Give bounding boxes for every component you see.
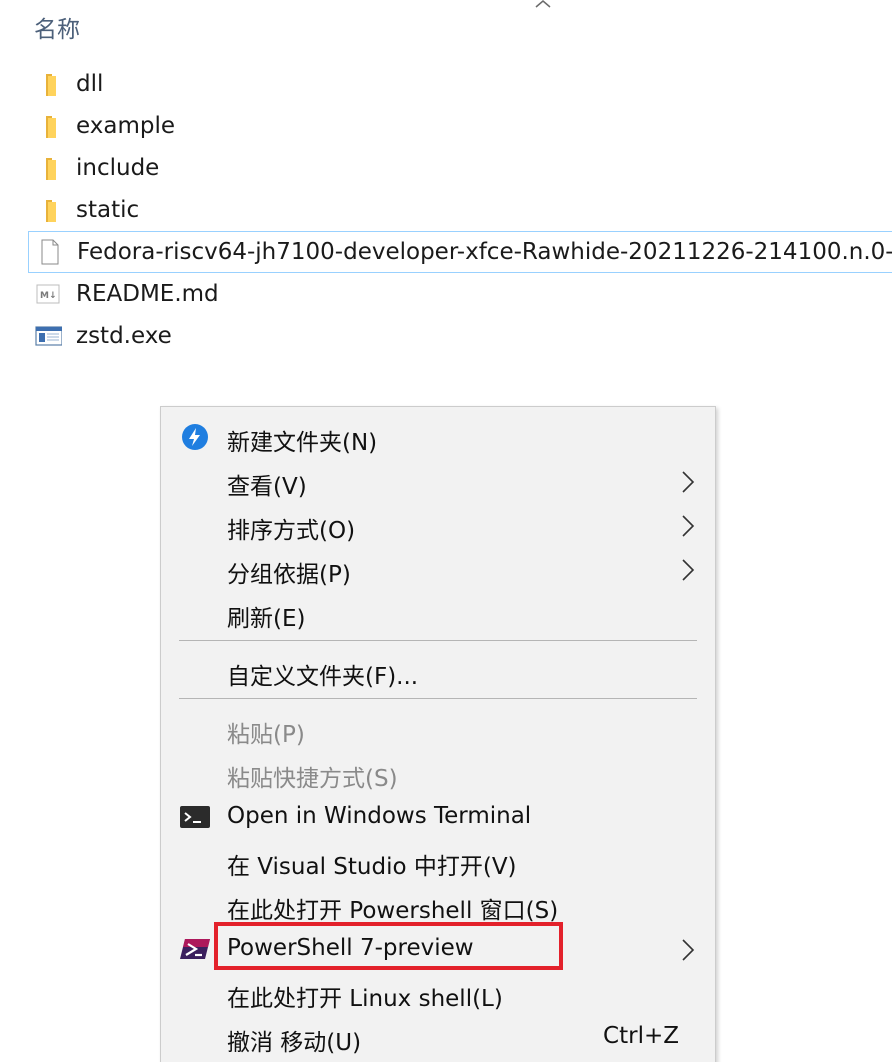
folder-icon [46,200,56,222]
file-name: example [76,113,175,139]
menu-item-label: 新建文件夹(N) [227,430,378,456]
blank-file-icon [41,239,59,265]
markdown-file-icon: M↓ [36,284,60,304]
menu-item-undo-move[interactable]: 撤消 移动(U) Ctrl+Z [161,1015,715,1059]
menu-item-label: 自定义文件夹(F)... [227,664,419,690]
file-name: dll [76,71,104,97]
svg-text:M↓: M↓ [40,291,57,301]
menu-item-label: 查看(V) [227,474,307,500]
menu-item-label: 在此处打开 Powershell 窗口(S) [227,898,559,924]
chevron-right-icon [682,471,695,493]
menu-item-shortcut: Ctrl+Z [603,1023,679,1049]
menu-item-new-folder[interactable]: 新建文件夹(N) [161,415,715,459]
file-row-dll[interactable]: dll [28,64,892,104]
menu-item-view[interactable]: 查看(V) [161,459,715,503]
chevron-right-icon [682,939,695,961]
menu-item-label: 撤消 移动(U) [227,1030,362,1056]
chevron-right-icon [682,515,695,537]
file-name: Fedora-riscv64-jh7100-developer-xfce-Raw… [77,239,892,265]
menu-item-label: 分组依据(P) [227,562,351,588]
menu-item-label: 在此处打开 Linux shell(L) [227,986,503,1012]
menu-separator [179,640,697,641]
file-row-example[interactable]: example [28,106,892,146]
menu-item-refresh[interactable]: 刷新(E) [161,591,715,635]
file-row-include[interactable]: include [28,148,892,188]
bolt-circle-icon [182,424,208,450]
menu-item-label: 在 Visual Studio 中打开(V) [227,854,517,880]
menu-item-open-powershell[interactable]: 在此处打开 Powershell 窗口(S) [161,883,715,927]
menu-item-open-windows-terminal[interactable]: Open in Windows Terminal [161,795,715,839]
menu-item-label: 粘贴(P) [227,722,305,748]
file-name: static [76,197,140,223]
file-explorer: 名称 dll example include static Fedora-ris… [0,0,892,1062]
sort-ascending-icon[interactable] [534,0,552,10]
column-header-bar: 名称 [0,0,892,52]
menu-item-sort-by[interactable]: 排序方式(O) [161,503,715,547]
folder-icon [46,158,56,180]
menu-item-label: 刷新(E) [227,606,306,632]
file-name: README.md [76,281,219,307]
chevron-right-icon [682,559,695,581]
file-row-fedora-image[interactable]: Fedora-riscv64-jh7100-developer-xfce-Raw… [28,231,892,273]
menu-item-customize-folder[interactable]: 自定义文件夹(F)... [161,649,715,693]
file-name: include [76,155,160,181]
menu-item-open-linux-shell[interactable]: 在此处打开 Linux shell(L) [161,971,715,1015]
menu-item-group-by[interactable]: 分组依据(P) [161,547,715,591]
file-row-readme[interactable]: M↓ README.md [28,274,892,314]
file-row-static[interactable]: static [28,190,892,230]
menu-item-paste-shortcut: 粘贴快捷方式(S) [161,751,715,795]
context-menu: 新建文件夹(N) 查看(V) 排序方式(O) 分组依据(P) 刷新(E) 自定义 [160,406,716,1062]
menu-separator [179,698,697,699]
menu-item-label: 排序方式(O) [227,518,356,544]
name-column-header[interactable]: 名称 [34,10,80,44]
file-row-zstd[interactable]: zstd.exe [28,316,892,356]
menu-item-label: 粘贴快捷方式(S) [227,766,398,792]
file-name: zstd.exe [76,323,172,349]
folder-icon [46,74,56,96]
powershell-preview-icon [180,939,210,959]
folder-icon [46,116,56,138]
menu-item-open-visual-studio[interactable]: 在 Visual Studio 中打开(V) [161,839,715,883]
annotation-highlight-box [214,922,563,970]
menu-item-paste: 粘贴(P) [161,707,715,751]
exe-file-icon [35,326,62,346]
terminal-icon [180,806,210,828]
menu-item-label: Open in Windows Terminal [227,803,532,829]
